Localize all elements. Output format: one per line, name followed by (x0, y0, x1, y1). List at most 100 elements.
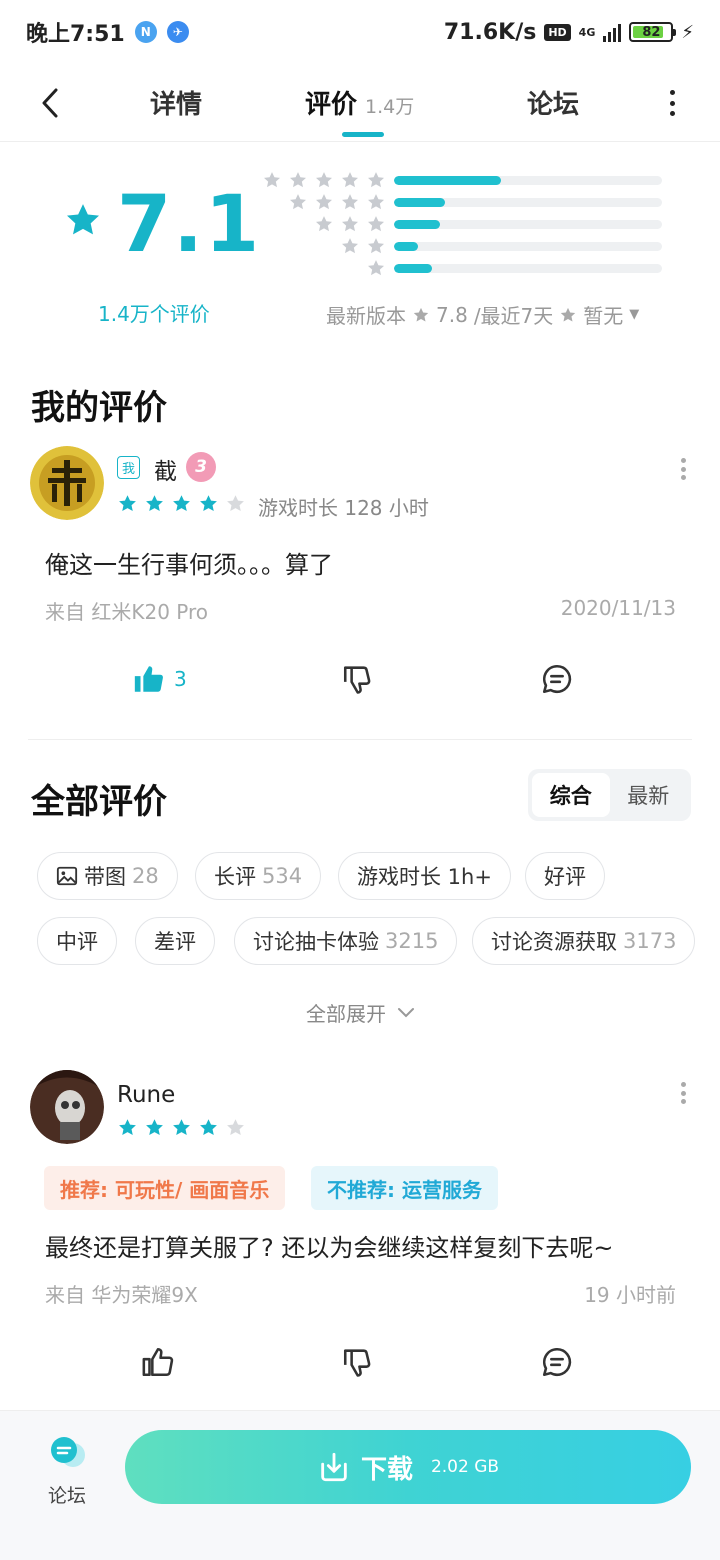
image-icon (56, 866, 78, 886)
rating-row-star-icon (368, 194, 384, 210)
latest-version-label: 最新版本 (326, 304, 406, 328)
tab-review[interactable]: 评价 1.4万 (305, 84, 414, 121)
recent-label: /最近7天 (473, 304, 554, 328)
filter-chip-neutral[interactable]: 中评 (37, 917, 117, 965)
bottom-bar: 论坛 下载 2.02 GB (0, 1410, 720, 1560)
my-review-date: 2020/11/13 (560, 596, 676, 620)
rating-row-star-icon (342, 216, 358, 232)
rune-review-time: 19 小时前 (584, 1283, 676, 1307)
notification-icon: ✈ (166, 21, 189, 43)
my-review-title: 我的评价 (31, 388, 167, 428)
rune-dislike-button[interactable] (341, 1345, 375, 1379)
star-filled-icon (119, 1119, 136, 1136)
chevron-down-icon (398, 1007, 414, 1017)
top-nav: 详情 评价 1.4万 论坛 (0, 64, 720, 142)
rating-bar-fill (394, 220, 440, 229)
forum-button[interactable]: 论坛 (40, 1435, 94, 1508)
filter-chip-resources[interactable]: 讨论资源获取 3173 (472, 917, 696, 965)
sort-latest[interactable]: 最新 (610, 773, 688, 817)
dropdown-caret-icon: ▼ (629, 307, 640, 322)
latest-version-score: 7.8 (436, 302, 468, 327)
like-count: 3 (174, 667, 187, 691)
back-arrow-icon[interactable] (36, 86, 66, 120)
my-review-device: 来自 红米K20 Pro (45, 600, 209, 624)
download-button[interactable]: 下载 2.02 GB (125, 1430, 691, 1504)
my-avatar[interactable] (30, 446, 104, 520)
like-button[interactable]: 3 (132, 662, 187, 696)
star-filled-icon (146, 495, 163, 512)
tab-detail[interactable]: 详情 (150, 84, 202, 121)
rune-username[interactable]: Rune (117, 1082, 175, 1108)
tab-forum[interactable]: 论坛 (527, 84, 579, 121)
star-empty-icon (227, 495, 244, 512)
filter-chip-negative[interactable]: 差评 (135, 917, 215, 965)
rating-row-star-icon (342, 238, 358, 254)
network-type: 4G (578, 25, 596, 39)
n-app-icon: N (134, 21, 157, 43)
my-username[interactable]: 截 (154, 452, 177, 486)
rune-review-more-icon[interactable] (680, 1082, 686, 1104)
my-review-more-icon[interactable] (680, 458, 686, 480)
status-time: 晚上7:51 (26, 22, 125, 47)
filter-chip-long[interactable]: 长评 534 (195, 852, 322, 900)
rating-bar-track (394, 264, 662, 273)
rating-bar-track (394, 198, 662, 207)
download-size: 2.02 GB (430, 1457, 500, 1477)
more-options-icon[interactable] (668, 90, 676, 116)
rating-count: 1.4万个评价 (98, 302, 210, 326)
filter-chip-images[interactable]: 带图 28 (37, 852, 178, 900)
status-bar: 晚上7:51 N ✈ 71.6K/s HD 4G 82 ⚡ (0, 0, 720, 64)
filter-chip-playtime[interactable]: 游戏时长 1h+ (338, 852, 511, 900)
rune-review-stars (117, 1117, 246, 1138)
tab-review-count: 1.4万 (365, 96, 415, 118)
filter-chip-positive[interactable]: 好评 (525, 852, 605, 900)
rating-row-star-icon (290, 194, 306, 210)
star-empty-icon (227, 1119, 244, 1136)
expand-all-button[interactable]: 全部展开 (306, 998, 416, 1027)
thumbs-down-icon (343, 1349, 371, 1377)
my-review-text: 俺这一生行事何须。。。算了 (45, 551, 333, 579)
comment-icon (542, 664, 572, 694)
rating-bar-fill (394, 264, 432, 273)
star-icon (561, 307, 576, 321)
hd-badge: HD (544, 23, 571, 41)
comment-button[interactable] (540, 662, 574, 696)
download-label: 下载 (360, 1454, 413, 1485)
rating-bar-fill (394, 242, 419, 251)
download-icon (321, 1452, 347, 1482)
dislike-button[interactable] (341, 662, 375, 696)
star-filled-icon (173, 495, 190, 512)
rune-avatar[interactable] (30, 1070, 104, 1144)
rating-row-star-icon (342, 194, 358, 210)
rating-row-star-icon (368, 216, 384, 232)
sort-comprehensive[interactable]: 综合 (532, 773, 610, 817)
net-speed: 71.6K/s (443, 19, 537, 45)
rating-bar-track (394, 176, 662, 185)
rune-like-button[interactable] (141, 1345, 175, 1379)
recent-score: 暂无 (583, 304, 624, 328)
level-badge-icon: 3 (186, 452, 216, 482)
all-reviews-title: 全部评价 (31, 782, 167, 822)
thumbs-up-filled-icon (134, 666, 163, 692)
rune-comment-button[interactable] (540, 1345, 574, 1379)
rating-row-star-icon (290, 172, 306, 188)
tab-indicator (342, 132, 384, 137)
filter-chip-gacha[interactable]: 讨论抽卡体验 3215 (234, 917, 458, 965)
star-filled-icon (146, 1119, 163, 1136)
not-recommend-tag: 不推荐: 运营服务 (311, 1166, 498, 1210)
rating-row-star-icon (316, 194, 332, 210)
rating-row-star-icon (368, 238, 384, 254)
my-review-stars (117, 493, 246, 514)
me-badge: 我 (117, 456, 141, 479)
battery-icon: 82 (629, 22, 677, 42)
rating-row-star-icon (264, 172, 280, 188)
star-filled-icon (200, 1119, 217, 1136)
star-filled-icon (173, 1119, 190, 1136)
rating-bar-fill (394, 198, 445, 207)
rating-row-star-icon (368, 260, 384, 276)
thumbs-up-icon (142, 1347, 174, 1377)
version-rating-line[interactable]: 最新版本 7.8 /最近7天 暂无 ▼ (326, 300, 639, 329)
rating-bar-fill (394, 176, 502, 185)
my-playtime: 游戏时长 128 小时 (258, 496, 429, 520)
signal-icon (603, 22, 622, 42)
